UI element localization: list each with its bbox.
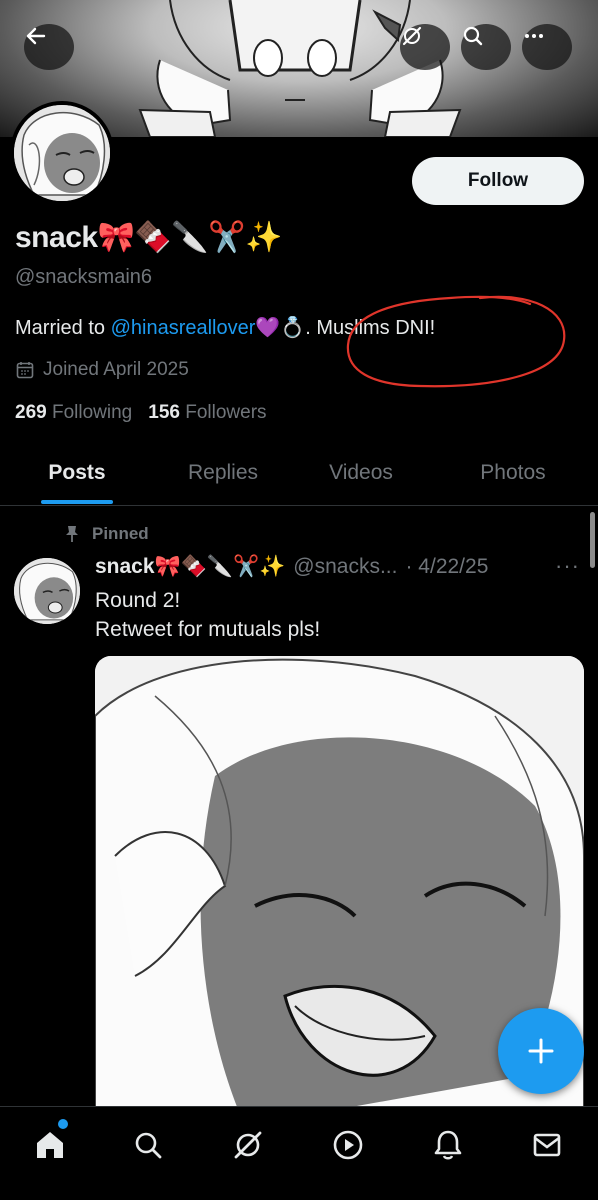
joined-text: Joined April 2025 [43, 359, 189, 380]
pinned-text: Pinned [92, 524, 149, 543]
display-name: snack🎀🍫🔪✂️✨ [15, 221, 282, 254]
more-icon [525, 34, 543, 38]
nav-messages[interactable] [527, 1125, 567, 1165]
post-text-line: Retweet for mutuals pls! [95, 618, 321, 641]
followers-count: 156 [148, 402, 180, 423]
nav-notifications[interactable] [428, 1125, 468, 1165]
following-count: 269 [15, 402, 47, 423]
tab-photos[interactable]: Photos [458, 440, 568, 506]
joined-date: Joined April 2025 [15, 359, 189, 381]
bell-icon [434, 1130, 462, 1160]
tab-replies[interactable]: Replies [168, 440, 278, 506]
tab-posts[interactable]: Posts [22, 440, 132, 506]
nav-explore[interactable] [128, 1125, 168, 1165]
post-author-handle[interactable]: @snacks... [293, 555, 397, 579]
followers-label: Followers [185, 402, 267, 423]
play-icon [333, 1130, 363, 1160]
notification-dot [58, 1119, 68, 1129]
following-label: Following [51, 402, 133, 423]
tab-videos[interactable]: Videos [306, 440, 416, 506]
nav-grok[interactable] [228, 1125, 268, 1165]
nav-home[interactable] [30, 1125, 70, 1165]
followers-link[interactable]: 156 Followers [148, 402, 266, 424]
follow-stats: 269 Following 156 Followers [15, 402, 267, 424]
scrollbar[interactable] [590, 512, 595, 568]
more-options-button[interactable] [522, 24, 572, 70]
compose-button[interactable] [498, 1008, 584, 1094]
pin-icon [66, 526, 78, 542]
post-text: Round 2! Retweet for mutuals pls! [95, 586, 320, 644]
arrow-left-icon [26, 27, 46, 45]
grok-button[interactable] [400, 24, 450, 70]
follow-button[interactable]: Follow [412, 157, 584, 205]
profile-avatar[interactable] [10, 101, 114, 205]
plus-icon [528, 1038, 554, 1064]
avatar-illustration [14, 558, 80, 624]
profile-tabs: Posts Replies Videos Photos [0, 440, 598, 506]
red-circle-annotation [346, 295, 566, 388]
following-link[interactable]: 269 Following [15, 402, 132, 424]
post-author-avatar[interactable] [14, 558, 80, 624]
back-button[interactable] [24, 24, 74, 70]
search-icon [463, 26, 483, 46]
post-author-name[interactable]: snack🎀🍫🔪✂️✨ [95, 555, 285, 579]
calendar-icon [16, 362, 34, 379]
bottom-navigation [0, 1106, 598, 1200]
bio-prefix: Married to [15, 317, 111, 339]
home-icon [37, 1132, 63, 1158]
post-header: snack🎀🍫🔪✂️✨ @snacks... · 4/22/25 [95, 555, 585, 579]
grok-icon [402, 26, 422, 46]
post-date: · 4/22/25 [405, 555, 489, 578]
grok-icon [234, 1131, 262, 1159]
post-text-line: Round 2! [95, 589, 181, 612]
avatar-illustration [14, 105, 110, 201]
username: @snacksmain6 [15, 266, 153, 288]
pinned-label: Pinned [64, 524, 149, 544]
bio-mention-link[interactable]: @hinasreallover [111, 317, 256, 339]
active-tab-indicator [41, 500, 113, 504]
mail-icon [533, 1133, 561, 1157]
post-more-button[interactable]: ··· [555, 553, 580, 579]
nav-video[interactable] [328, 1125, 368, 1165]
search-button[interactable] [461, 24, 511, 70]
search-icon [135, 1132, 162, 1159]
